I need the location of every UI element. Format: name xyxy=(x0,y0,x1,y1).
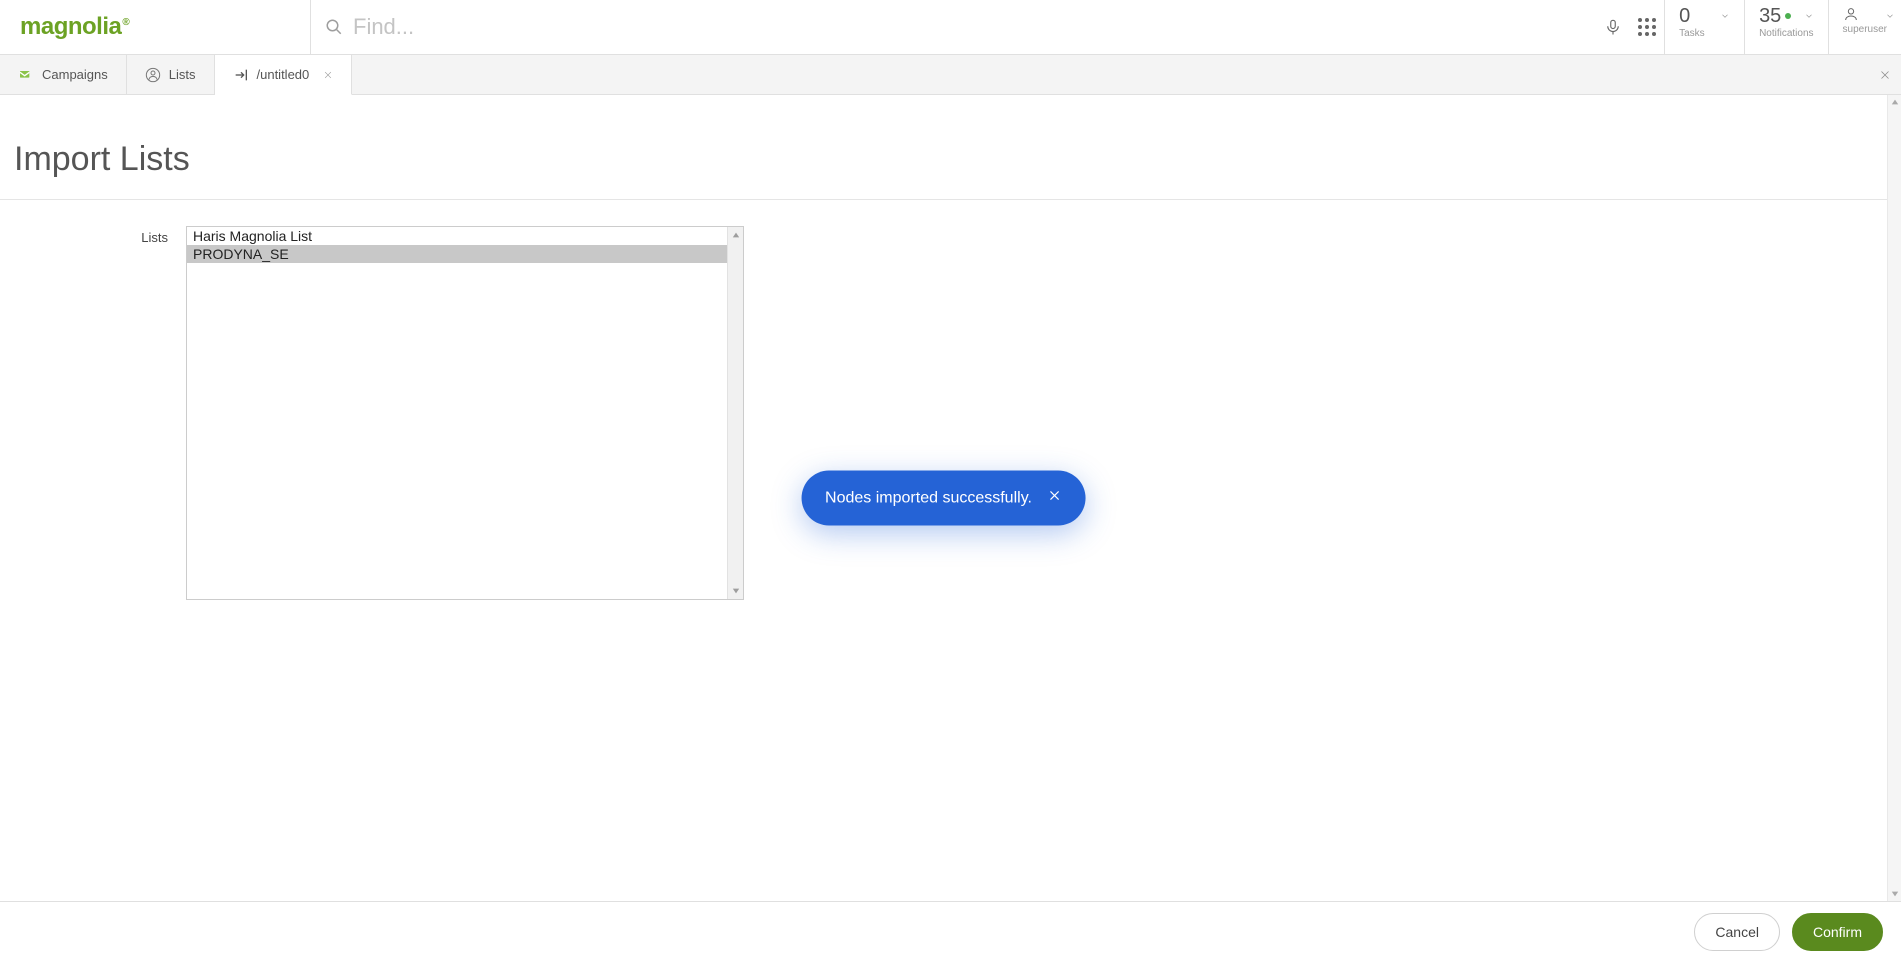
logo-area: magnolia® xyxy=(0,0,310,54)
confirm-button[interactable]: Confirm xyxy=(1792,913,1883,951)
user-menu[interactable]: superuser xyxy=(1828,0,1901,54)
close-icon xyxy=(1048,489,1062,503)
tab-lists[interactable]: Lists xyxy=(127,55,215,94)
tab-label: Campaigns xyxy=(42,67,108,82)
chevron-down-icon xyxy=(1720,11,1730,21)
tasks-dropdown[interactable]: 0 Tasks xyxy=(1664,0,1744,54)
list-items-container: Haris Magnolia List PRODYNA_SE xyxy=(187,227,727,599)
cancel-button[interactable]: Cancel xyxy=(1694,913,1780,951)
user-name: superuser xyxy=(1843,24,1887,35)
apps-grid-icon xyxy=(1638,18,1656,36)
scroll-up-icon[interactable] xyxy=(728,227,743,243)
close-icon[interactable] xyxy=(323,70,333,80)
chevron-down-icon xyxy=(1804,11,1814,21)
tab-campaigns[interactable]: Campaigns xyxy=(0,55,127,94)
page-title: Import Lists xyxy=(0,95,1887,199)
mic-button[interactable] xyxy=(1596,0,1630,54)
tasks-count: 0 xyxy=(1679,6,1690,26)
import-icon xyxy=(233,67,249,83)
notifications-count: 35 xyxy=(1759,6,1781,26)
toast-notification: Nodes imported successfully. xyxy=(801,471,1086,526)
scroll-down-icon[interactable] xyxy=(1888,887,1901,901)
tab-label: /untitled0 xyxy=(257,67,310,82)
main-area: Import Lists Lists Haris Magnolia List P… xyxy=(0,95,1901,901)
campaign-icon xyxy=(18,67,34,83)
mic-icon xyxy=(1604,18,1622,36)
notifications-dropdown[interactable]: 35 Notifications xyxy=(1744,0,1827,54)
scroll-down-icon[interactable] xyxy=(728,583,743,599)
registered-mark: ® xyxy=(122,17,129,28)
search-icon xyxy=(325,18,343,36)
form-area: Lists Haris Magnolia List PRODYNA_SE xyxy=(0,200,1887,600)
chevron-down-icon xyxy=(1885,11,1895,21)
main-scroll: Import Lists Lists Haris Magnolia List P… xyxy=(0,95,1887,901)
toast-close-button[interactable] xyxy=(1048,489,1062,508)
user-icon xyxy=(1843,6,1859,22)
header-right: 0 Tasks 35 Notifications superuser xyxy=(1596,0,1901,54)
list-item[interactable]: PRODYNA_SE xyxy=(187,245,727,263)
footer-actions: Cancel Confirm xyxy=(0,901,1901,961)
tasks-label: Tasks xyxy=(1679,28,1730,39)
notifications-label: Notifications xyxy=(1759,28,1813,39)
brand-text: magnolia xyxy=(20,13,121,40)
brand-logo: magnolia® xyxy=(20,13,129,41)
search-area xyxy=(310,0,1596,54)
toast-message: Nodes imported successfully. xyxy=(825,489,1032,507)
page-scrollbar[interactable] xyxy=(1887,95,1901,901)
contact-icon xyxy=(145,67,161,83)
tab-bar: Campaigns Lists /untitled0 xyxy=(0,55,1901,95)
search-input[interactable] xyxy=(353,14,1596,40)
app-header: magnolia® 0 Tasks 35 xyxy=(0,0,1901,55)
tab-label: Lists xyxy=(169,67,196,82)
tab-untitled0[interactable]: /untitled0 xyxy=(215,55,353,95)
close-all-icon[interactable] xyxy=(1879,69,1891,81)
lists-select[interactable]: Haris Magnolia List PRODYNA_SE xyxy=(186,226,744,600)
lists-field: Haris Magnolia List PRODYNA_SE xyxy=(186,226,744,600)
app-launcher-button[interactable] xyxy=(1630,0,1664,54)
lists-label: Lists xyxy=(0,226,186,600)
listbox-scrollbar[interactable] xyxy=(727,227,743,599)
list-item[interactable]: Haris Magnolia List xyxy=(187,227,727,245)
scroll-up-icon[interactable] xyxy=(1888,95,1901,109)
status-indicator-icon xyxy=(1785,13,1791,19)
